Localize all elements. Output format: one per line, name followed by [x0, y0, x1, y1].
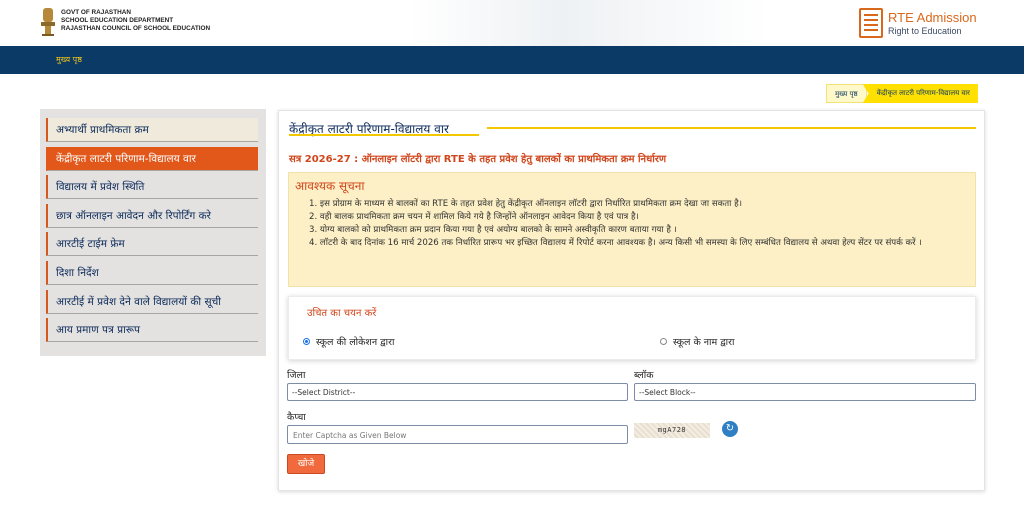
site-header: GOVT OF RAJASTHAN SCHOOL EDUCATION DEPAR…	[0, 0, 1024, 46]
sidebar-item-time-frame[interactable]: आरटीई टाईम फ्रेम	[46, 232, 258, 256]
captcha-image: mgA728	[634, 423, 710, 438]
radio-by-name[interactable]: स्कूल के नाम द्वारा	[660, 335, 734, 348]
title-underline	[289, 134, 479, 136]
refresh-captcha-icon[interactable]: ↻	[722, 421, 738, 437]
notice-list: 1. इस प्रोग्राम के माध्यम से बालकों का R…	[309, 198, 969, 250]
sidebar-item-priority-order[interactable]: अभ्यार्थी प्राथमिकता क्रम	[46, 118, 258, 142]
notice-item: 2. वही बालक प्राथमिकता क्रम चयन में शामि…	[309, 212, 639, 222]
breadcrumb-home[interactable]: मुख्य पृष्ठ	[826, 84, 867, 103]
sidebar-item-admission-status[interactable]: विद्यालय में प्रवेश स्थिति	[46, 175, 258, 199]
radio-unchecked-icon	[660, 338, 667, 345]
search-type-box: उचित का चयन करें स्कूल की लोकेशन द्वारा …	[288, 296, 976, 360]
district-select[interactable]: --Select District--	[287, 383, 628, 401]
sidebar-item-lottery-result[interactable]: केंद्रीकृत लाटरी परिणाम-विद्यालय वार	[46, 147, 258, 171]
nav-home-link[interactable]: मुख्य पृष्ठ	[56, 54, 82, 65]
captcha-label: कैप्चा	[287, 412, 306, 423]
session-heading: सत्र 2026-27 : ऑनलाइन लॉटरी द्वारा RTE क…	[289, 154, 667, 165]
rte-subtitle: Right to Education	[888, 26, 962, 36]
radio-by-location[interactable]: स्कूल की लोकेशन द्वारा	[303, 335, 394, 348]
breadcrumb-current: केंद्रीकृत लाटरी परिणाम-विद्यालय वार	[862, 84, 978, 103]
notice-item: 4. लॉटरी के बाद दिनांक 16 मार्च 2026 तक …	[309, 238, 922, 248]
notice-title: आवश्यक सूचना	[295, 179, 365, 193]
book-icon	[859, 8, 883, 38]
block-select[interactable]: --Select Block--	[634, 383, 976, 401]
nav-bar: मुख्य पृष्ठ	[0, 46, 1024, 74]
district-label: जिला	[287, 370, 306, 381]
notice-box: आवश्यक सूचना 1. इस प्रोग्राम के माध्यम स…	[288, 172, 976, 287]
search-type-title: उचित का चयन करें	[307, 308, 377, 319]
search-button[interactable]: खोजे	[287, 454, 325, 474]
title-underline	[487, 127, 976, 129]
sidebar-item-income-certificate[interactable]: आय प्रमाण पत्र प्रारूप	[46, 318, 258, 342]
govt-title: GOVT OF RAJASTHAN SCHOOL EDUCATION DEPAR…	[61, 9, 210, 33]
sidebar-item-online-application[interactable]: छात्र ऑनलाइन आवेदन और रिपोर्टिंग करे	[46, 204, 258, 228]
radio-label: स्कूल के नाम द्वारा	[673, 337, 735, 348]
radio-checked-icon	[303, 338, 310, 345]
sidebar-item-school-list[interactable]: आरटीई में प्रवेश देने वाले विद्यालयों की…	[46, 290, 258, 314]
rte-logo[interactable]: RTE Admission Right to Education	[859, 8, 989, 40]
sidebar: अभ्यार्थी प्राथमिकता क्रम केंद्रीकृत लाट…	[40, 109, 266, 356]
main-panel: केंद्रीकृत लाटरी परिणाम-विद्यालय वार सत्…	[278, 110, 985, 491]
state-emblem-icon	[41, 8, 55, 36]
block-label: ब्लॉक	[634, 370, 654, 381]
govt-line: RAJASTHAN COUNCIL OF SCHOOL EDUCATION	[61, 25, 211, 32]
notice-item: 1. इस प्रोग्राम के माध्यम से बालकों का R…	[309, 199, 742, 209]
govt-line: GOVT OF RAJASTHAN	[61, 9, 131, 16]
breadcrumb: मुख्य पृष्ठ केंद्रीकृत लाटरी परिणाम-विद्…	[826, 84, 978, 103]
captcha-input[interactable]: Enter Captcha as Given Below	[287, 425, 628, 444]
sidebar-item-guidelines[interactable]: दिशा निर्देश	[46, 261, 258, 285]
radio-label: स्कूल की लोकेशन द्वारा	[316, 337, 395, 348]
notice-item: 3. योग्य बालको को प्राथमिकता क्रम प्रदान…	[309, 225, 677, 235]
govt-line: SCHOOL EDUCATION DEPARTMENT	[61, 17, 174, 24]
rte-title: RTE Admission	[888, 10, 977, 25]
